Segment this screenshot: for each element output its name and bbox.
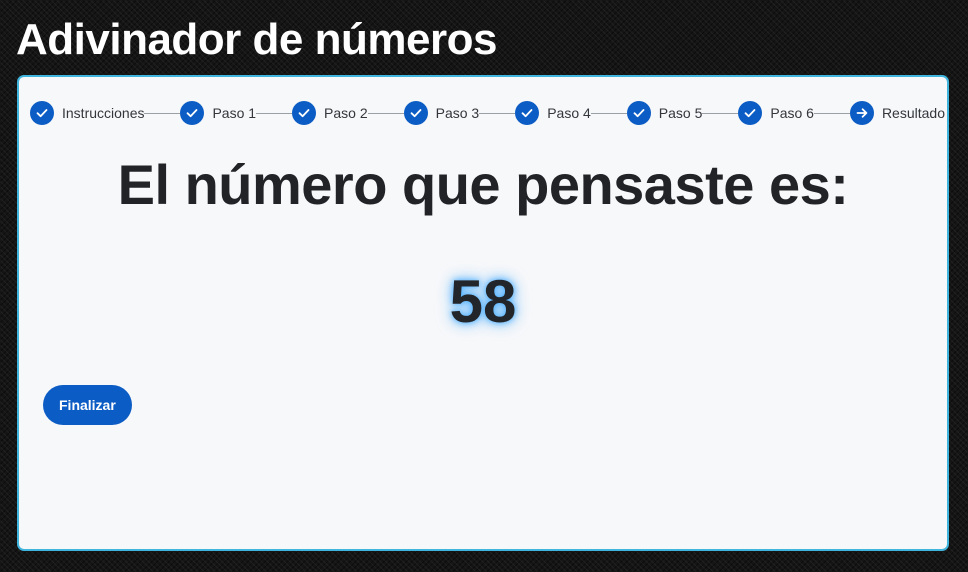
- step-label: Paso 6: [770, 105, 814, 121]
- stepper: Instrucciones Paso 1 Paso 2 Paso 3 Paso …: [30, 101, 945, 125]
- step-connector: [813, 112, 850, 114]
- step-connector: [256, 112, 293, 114]
- step-connector: [590, 112, 627, 114]
- step-paso-2[interactable]: Paso 2: [292, 101, 368, 125]
- step-label: Paso 3: [435, 105, 480, 121]
- step-paso-5[interactable]: Paso 5: [626, 101, 703, 125]
- step-connector: [367, 112, 404, 114]
- step-paso-3[interactable]: Paso 3: [403, 101, 480, 125]
- step-label: Paso 1: [212, 105, 257, 121]
- check-icon: [515, 101, 540, 125]
- step-label: Paso 2: [324, 105, 368, 121]
- step-label: Instrucciones: [62, 105, 145, 121]
- step-connector: [479, 112, 516, 114]
- check-icon: [738, 101, 763, 125]
- step-paso-1[interactable]: Paso 1: [180, 101, 256, 125]
- app-title: Adivinador de números: [16, 15, 497, 64]
- check-icon: [30, 101, 54, 125]
- check-icon: [292, 101, 317, 125]
- check-icon: [403, 101, 428, 125]
- guessed-number: 58: [449, 268, 517, 335]
- check-icon: [180, 101, 205, 125]
- step-resultado[interactable]: Resultado: [849, 101, 945, 125]
- step-connector: [144, 112, 181, 114]
- step-label: Paso 5: [658, 105, 703, 121]
- wizard-card: Instrucciones Paso 1 Paso 2 Paso 3 Paso …: [17, 75, 949, 551]
- step-label: Paso 4: [547, 105, 591, 121]
- step-connector: [702, 112, 739, 114]
- finish-button[interactable]: Finalizar: [43, 385, 132, 425]
- arrow-right-icon: [849, 101, 874, 125]
- check-icon: [626, 101, 651, 125]
- step-label: Resultado: [881, 105, 945, 121]
- result-heading: El número que pensaste es:: [117, 153, 849, 216]
- step-paso-4[interactable]: Paso 4: [515, 101, 591, 125]
- step-paso-6[interactable]: Paso 6: [738, 101, 814, 125]
- step-instrucciones[interactable]: Instrucciones: [30, 101, 144, 125]
